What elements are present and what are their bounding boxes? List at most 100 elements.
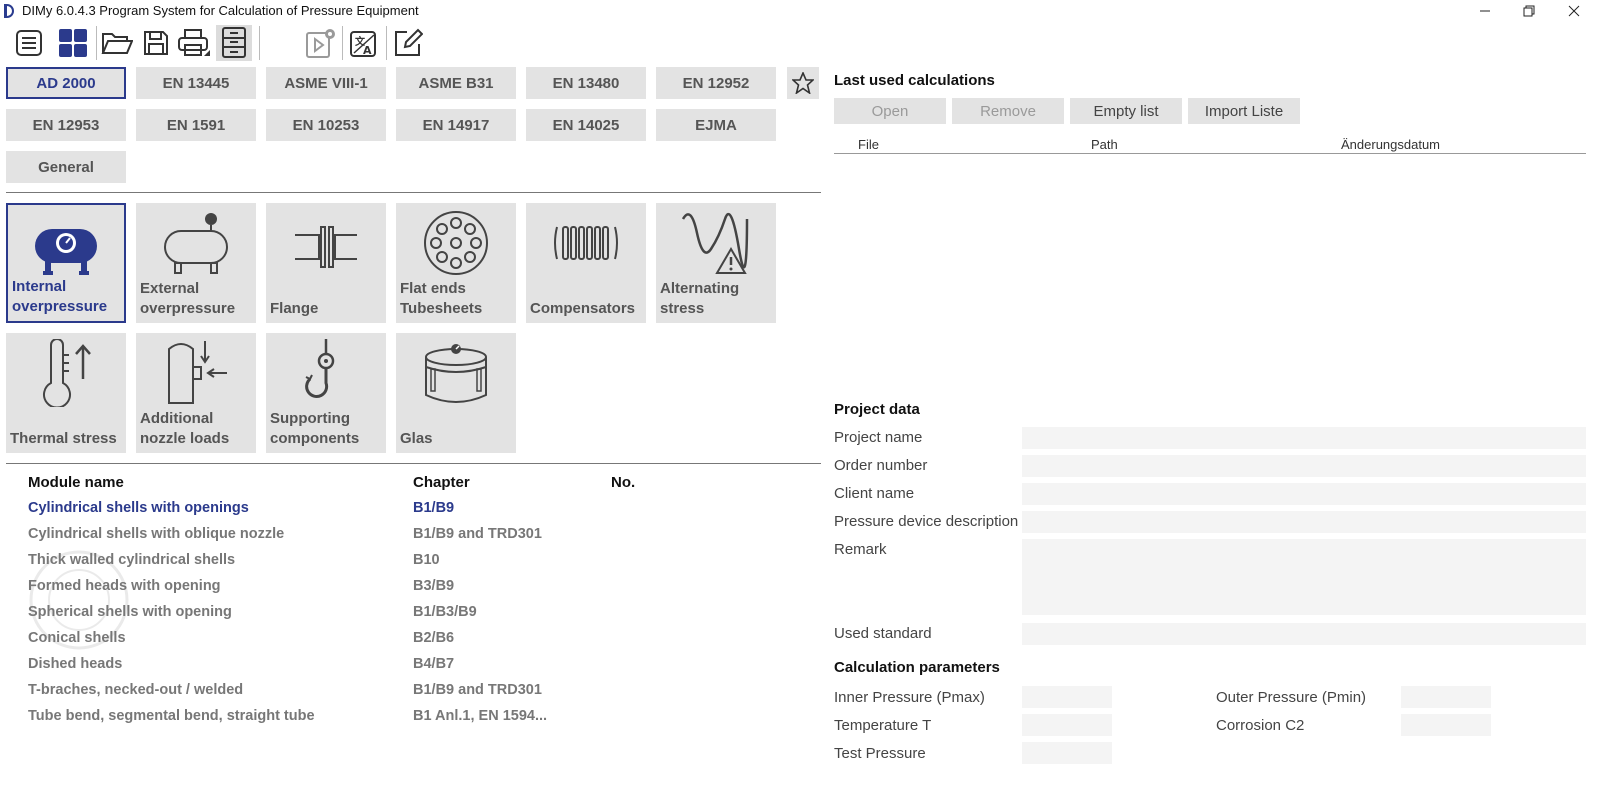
- standard-ad2000-button[interactable]: AD 2000: [6, 67, 126, 99]
- module-row-name[interactable]: Conical shells: [28, 630, 126, 646]
- close-button[interactable]: [1551, 0, 1597, 22]
- restore-icon: [1523, 5, 1535, 17]
- dashboard-button[interactable]: [55, 25, 91, 61]
- module-row-name[interactable]: T-braches, necked-out / welded: [28, 682, 243, 698]
- client-name-field[interactable]: [1022, 483, 1586, 505]
- used-standard-label: Used standard: [834, 625, 932, 642]
- tile-label-line2: nozzle loads: [140, 430, 230, 447]
- module-row-chapter[interactable]: B10: [413, 552, 440, 568]
- pressure-vessel-icon: [35, 229, 97, 275]
- standard-en13480-button[interactable]: EN 13480: [526, 67, 646, 99]
- order-number-field[interactable]: [1022, 455, 1586, 477]
- standard-ejma-button[interactable]: EJMA: [656, 109, 776, 141]
- module-row-chapter[interactable]: B2/B6: [413, 630, 454, 646]
- remove-button[interactable]: Remove: [952, 98, 1064, 124]
- recent-calculations-list[interactable]: [834, 154, 1586, 384]
- tile-label-line2: Glas: [400, 430, 433, 447]
- close-icon: [1568, 5, 1580, 17]
- standard-en14025-button[interactable]: EN 14025: [526, 109, 646, 141]
- run-settings-icon: [306, 29, 335, 58]
- outer-pressure-field[interactable]: [1401, 686, 1491, 708]
- glass-vessel-icon: [425, 344, 487, 403]
- run-settings-button[interactable]: [303, 25, 339, 61]
- empty-list-button[interactable]: Empty list: [1070, 98, 1182, 124]
- svg-text:A: A: [363, 44, 372, 57]
- print-button[interactable]: [176, 25, 212, 61]
- category-compensators-tile[interactable]: Compensators: [526, 203, 646, 323]
- corrosion-field[interactable]: [1401, 714, 1491, 736]
- flange-icon: [295, 226, 357, 268]
- test-pressure-field[interactable]: [1022, 742, 1112, 764]
- column-header-chapter: Chapter: [413, 474, 470, 491]
- device-description-field[interactable]: [1022, 511, 1586, 533]
- category-thermal-stress-tile[interactable]: Thermal stress: [6, 333, 126, 453]
- nozzle-load-icon: [168, 341, 227, 404]
- category-alternating-stress-tile[interactable]: Alternating stress: [656, 203, 776, 323]
- category-supporting-components-tile[interactable]: Supporting components: [266, 333, 386, 453]
- toolbar-separator: [386, 26, 387, 60]
- calculation-parameters-title: Calculation parameters: [834, 659, 1000, 676]
- project-name-field[interactable]: [1022, 427, 1586, 449]
- module-row-chapter[interactable]: B1 Anl.1, EN 1594...: [413, 708, 547, 724]
- standard-en13445-button[interactable]: EN 13445: [136, 67, 256, 99]
- module-row-name[interactable]: Cylindrical shells with openings: [28, 500, 249, 516]
- category-flange-tile[interactable]: Flange: [266, 203, 386, 323]
- import-list-button[interactable]: Import Liste: [1188, 98, 1300, 124]
- module-row-chapter[interactable]: B4/B7: [413, 656, 454, 672]
- restore-button[interactable]: [1506, 0, 1552, 22]
- standard-en12952-button[interactable]: EN 12952: [656, 67, 776, 99]
- tile-label-line1: External: [140, 280, 200, 297]
- category-internal-overpressure-tile[interactable]: Internal overpressure: [6, 203, 126, 323]
- module-row-name[interactable]: Spherical shells with opening: [28, 604, 232, 620]
- project-data-title: Project data: [834, 401, 920, 418]
- translate-button[interactable]: 文A: [346, 25, 382, 61]
- category-flat-ends-tile[interactable]: Flat ends Tubesheets: [396, 203, 516, 323]
- edit-button[interactable]: [390, 25, 426, 61]
- minimize-button[interactable]: [1462, 0, 1508, 22]
- module-row-name[interactable]: Formed heads with opening: [28, 578, 221, 594]
- module-row-name[interactable]: Dished heads: [28, 656, 122, 672]
- category-additional-nozzle-loads-tile[interactable]: Additional nozzle loads: [136, 333, 256, 453]
- corrosion-label: Corrosion C2: [1216, 717, 1305, 734]
- temperature-field[interactable]: [1022, 714, 1112, 736]
- print-icon: [178, 29, 210, 56]
- category-external-overpressure-tile[interactable]: External overpressure: [136, 203, 256, 323]
- tile-label-line2: Compensators: [530, 300, 636, 317]
- standard-en12953-button[interactable]: EN 12953: [6, 109, 126, 141]
- module-row-chapter[interactable]: B1/B9: [413, 500, 454, 516]
- module-row-name[interactable]: Tube bend, segmental bend, straight tube: [28, 708, 315, 724]
- tile-label-line1: Flat ends: [400, 280, 466, 297]
- module-row-chapter[interactable]: B1/B9 and TRD301: [413, 682, 542, 698]
- remark-field[interactable]: [1022, 539, 1586, 615]
- module-row-chapter[interactable]: B3/B9: [413, 578, 454, 594]
- save-button[interactable]: [138, 25, 174, 61]
- standard-asme-viii-1-button[interactable]: ASME VIII-1: [266, 67, 386, 99]
- favorites-button[interactable]: [787, 67, 819, 99]
- open-file-button[interactable]: [99, 25, 135, 61]
- tile-label-line2: Flange: [270, 300, 319, 317]
- module-row-name[interactable]: Cylindrical shells with oblique nozzle: [28, 526, 284, 542]
- vessel-external-icon: [164, 213, 228, 274]
- standard-general-button[interactable]: General: [6, 151, 126, 183]
- category-glas-tile[interactable]: Glas: [396, 333, 516, 453]
- open-button[interactable]: Open: [834, 98, 946, 124]
- module-row-name[interactable]: Thick walled cylindrical shells: [28, 552, 235, 568]
- tile-label-line2: stress: [660, 300, 705, 317]
- column-header-no: No.: [611, 474, 636, 491]
- column-header-file[interactable]: File: [858, 137, 879, 152]
- module-row-chapter[interactable]: B1/B3/B9: [413, 604, 477, 620]
- module-row-chapter[interactable]: B1/B9 and TRD301: [413, 526, 542, 542]
- toolbar-separator: [259, 26, 260, 60]
- minimize-icon: [1480, 10, 1490, 12]
- archive-button[interactable]: [216, 25, 252, 61]
- column-header-date[interactable]: Änderungsdatum: [1341, 137, 1440, 152]
- standard-asme-b31-button[interactable]: ASME B31: [396, 67, 516, 99]
- menu-button[interactable]: [11, 25, 47, 61]
- standard-en14917-button[interactable]: EN 14917: [396, 109, 516, 141]
- used-standard-field[interactable]: [1022, 623, 1586, 645]
- tile-label-line1: Supporting: [270, 410, 350, 427]
- column-header-path[interactable]: Path: [1091, 137, 1118, 152]
- standard-en10253-button[interactable]: EN 10253: [266, 109, 386, 141]
- inner-pressure-field[interactable]: [1022, 686, 1112, 708]
- standard-en1591-button[interactable]: EN 1591: [136, 109, 256, 141]
